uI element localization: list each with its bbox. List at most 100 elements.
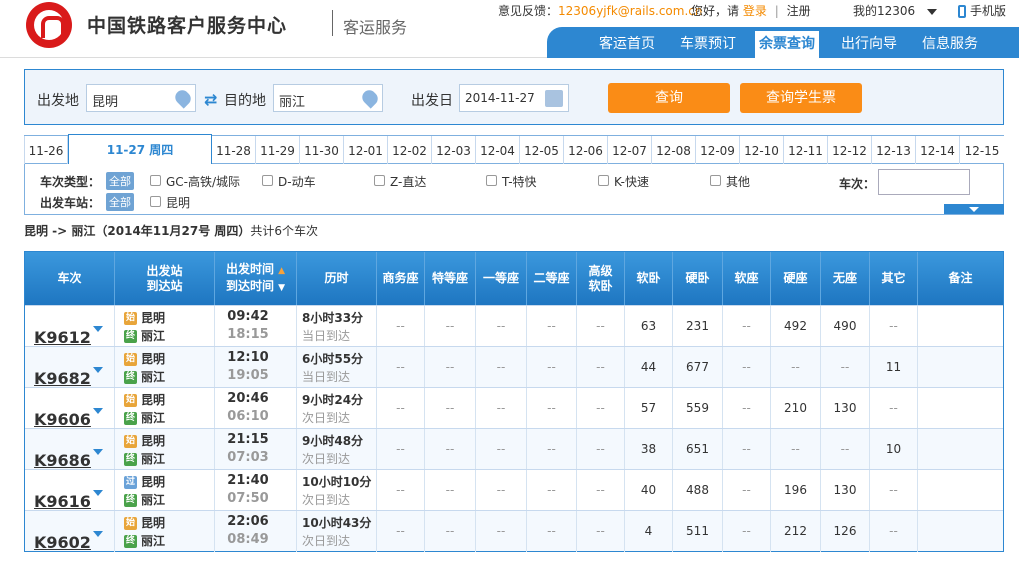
- cell-train: K9616: [25, 470, 115, 511]
- date-tab[interactable]: 11-26: [24, 136, 68, 164]
- seat-availability: 212: [771, 511, 821, 552]
- seat-availability: 490: [821, 306, 870, 347]
- date-tab[interactable]: 12-13: [872, 136, 916, 164]
- date-tab[interactable]: 12-06: [564, 136, 608, 164]
- from-station: 始昆明: [124, 393, 166, 407]
- type-checkbox-d[interactable]: [262, 175, 273, 186]
- seat-availability: --: [527, 306, 577, 347]
- seat-availability: --: [425, 306, 476, 347]
- date-tab[interactable]: 12-03: [432, 136, 476, 164]
- seat-availability: --: [577, 470, 625, 511]
- table-row[interactable]: K9602 始昆明终丽江 22:06 08:49 10小时43分 次日到达 -- -- -- --…: [25, 510, 1003, 552]
- train-number-link[interactable]: K9602: [34, 522, 91, 563]
- duration: 6小时55分: [302, 352, 364, 366]
- table-row[interactable]: K9606 始昆明终丽江 20:46 06:10 9小时24分 次日到达 -- -- -- -- -…: [25, 387, 1003, 429]
- seat-availability: --: [577, 511, 625, 552]
- chevron-down-icon[interactable]: [93, 531, 103, 537]
- nav-travel-guide[interactable]: 出行向导: [841, 33, 897, 53]
- mobile-link[interactable]: 手机版: [958, 2, 1006, 19]
- date-tab[interactable]: 12-15: [960, 136, 1004, 164]
- expand-filter-button[interactable]: [944, 204, 1004, 214]
- seat-availability: 231: [673, 306, 723, 347]
- date-tab[interactable]: 12-11: [784, 136, 828, 164]
- table-row[interactable]: K9612 始昆明终丽江 09:42 18:15 8小时33分 当日到达 -- -- -- -- -…: [25, 305, 1003, 347]
- nav-info-service[interactable]: 信息服务: [922, 33, 978, 53]
- calendar-icon[interactable]: [545, 90, 563, 107]
- type-label-k: K-快速: [614, 175, 649, 189]
- from-label: 出发地: [37, 93, 79, 109]
- type-label-other: 其他: [726, 175, 751, 189]
- date-tab[interactable]: 12-02: [388, 136, 432, 164]
- chevron-down-icon[interactable]: [93, 449, 103, 455]
- date-tab[interactable]: 12-10: [740, 136, 784, 164]
- swap-stations-icon[interactable]: ⇄: [204, 90, 217, 109]
- from-station: 始昆明: [124, 434, 166, 448]
- type-checkbox-k[interactable]: [598, 175, 609, 186]
- date-tab-selected[interactable]: 11-27 周四: [68, 134, 212, 165]
- date-tab[interactable]: 12-04: [476, 136, 520, 164]
- cell-remark: [918, 470, 1003, 511]
- feedback-email-link[interactable]: 12306yjfk@rails.com.cn: [558, 4, 702, 18]
- station-checkbox-kunming[interactable]: [150, 196, 161, 207]
- chevron-down-icon[interactable]: [93, 326, 103, 332]
- date-tab[interactable]: 12-05: [520, 136, 564, 164]
- nav-ticket-query[interactable]: 余票查询: [755, 31, 819, 58]
- brand-divider: [332, 10, 333, 36]
- date-tab[interactable]: 12-12: [828, 136, 872, 164]
- seat-availability: 488: [673, 470, 723, 511]
- date-tab[interactable]: 12-09: [696, 136, 740, 164]
- departure-time: 21:40: [227, 473, 269, 488]
- seat-availability: 511: [673, 511, 723, 552]
- seat-availability: --: [771, 347, 821, 388]
- station-all-button[interactable]: 全部: [106, 193, 134, 211]
- type-checkbox-z[interactable]: [374, 175, 385, 186]
- station-tag-icon: 终: [124, 371, 137, 384]
- railway-logo-icon[interactable]: [26, 2, 72, 48]
- nav-booking[interactable]: 车票预订: [680, 33, 736, 53]
- date-tab[interactable]: 12-14: [916, 136, 960, 164]
- login-link[interactable]: 登录: [743, 4, 767, 18]
- date-input[interactable]: 2014-11-27: [459, 84, 569, 112]
- train-type-all-button[interactable]: 全部: [106, 172, 134, 190]
- date-tab[interactable]: 11-29: [256, 136, 300, 164]
- student-ticket-button[interactable]: 查询学生票: [740, 83, 862, 113]
- top-separator: |: [774, 4, 779, 18]
- duration: 9小时48分: [302, 434, 364, 448]
- type-checkbox-gc[interactable]: [150, 175, 161, 186]
- nav-home[interactable]: 客运首页: [599, 33, 655, 53]
- station-tag-icon: 终: [124, 535, 137, 548]
- col-other: 其它: [870, 252, 918, 305]
- col-business: 商务座: [377, 252, 425, 305]
- seat-availability: 126: [821, 511, 870, 552]
- from-station-value: 昆明: [92, 95, 119, 110]
- search-button[interactable]: 查询: [608, 83, 730, 113]
- date-tab[interactable]: 12-07: [608, 136, 652, 164]
- table-row[interactable]: K9686 始昆明终丽江 21:15 07:03 9小时48分 次日到达 -- -- -- -- -…: [25, 428, 1003, 470]
- table-row[interactable]: K9682 始昆明终丽江 12:10 19:05 6小时55分 当日到达 -- -- -- -- -…: [25, 346, 1003, 388]
- date-tab[interactable]: 11-28: [212, 136, 256, 164]
- register-link[interactable]: 注册: [787, 4, 811, 18]
- table-row[interactable]: K9616 过昆明终丽江 21:40 07:50 10小时10分 次日到达 -- -- -- --…: [25, 469, 1003, 511]
- seat-availability: --: [476, 306, 527, 347]
- date-tab[interactable]: 11-30: [300, 136, 344, 164]
- to-station-input[interactable]: 丽江: [273, 84, 383, 112]
- date-tab[interactable]: 12-01: [344, 136, 388, 164]
- seat-availability: --: [476, 429, 527, 470]
- chevron-down-icon[interactable]: [93, 408, 103, 414]
- type-checkbox-other[interactable]: [710, 175, 721, 186]
- col-no-seat: 无座: [821, 252, 870, 305]
- col-time[interactable]: 出发时间 ▲ 到达时间 ▼: [215, 252, 297, 305]
- my-12306-menu[interactable]: 我的12306: [853, 2, 938, 19]
- brand-title: 中国铁路客户服务中心: [87, 15, 288, 37]
- col-duration: 历时: [297, 252, 377, 305]
- arrival-day: 当日到达: [302, 370, 351, 384]
- type-checkbox-t[interactable]: [486, 175, 497, 186]
- departure-time: 09:42: [227, 309, 269, 324]
- seat-availability: --: [870, 388, 918, 429]
- from-station-input[interactable]: 昆明: [86, 84, 196, 112]
- arrival-day: 次日到达: [302, 411, 351, 425]
- chevron-down-icon[interactable]: [93, 367, 103, 373]
- chevron-down-icon[interactable]: [93, 490, 103, 496]
- train-no-input[interactable]: [878, 169, 970, 195]
- date-tab[interactable]: 12-08: [652, 136, 696, 164]
